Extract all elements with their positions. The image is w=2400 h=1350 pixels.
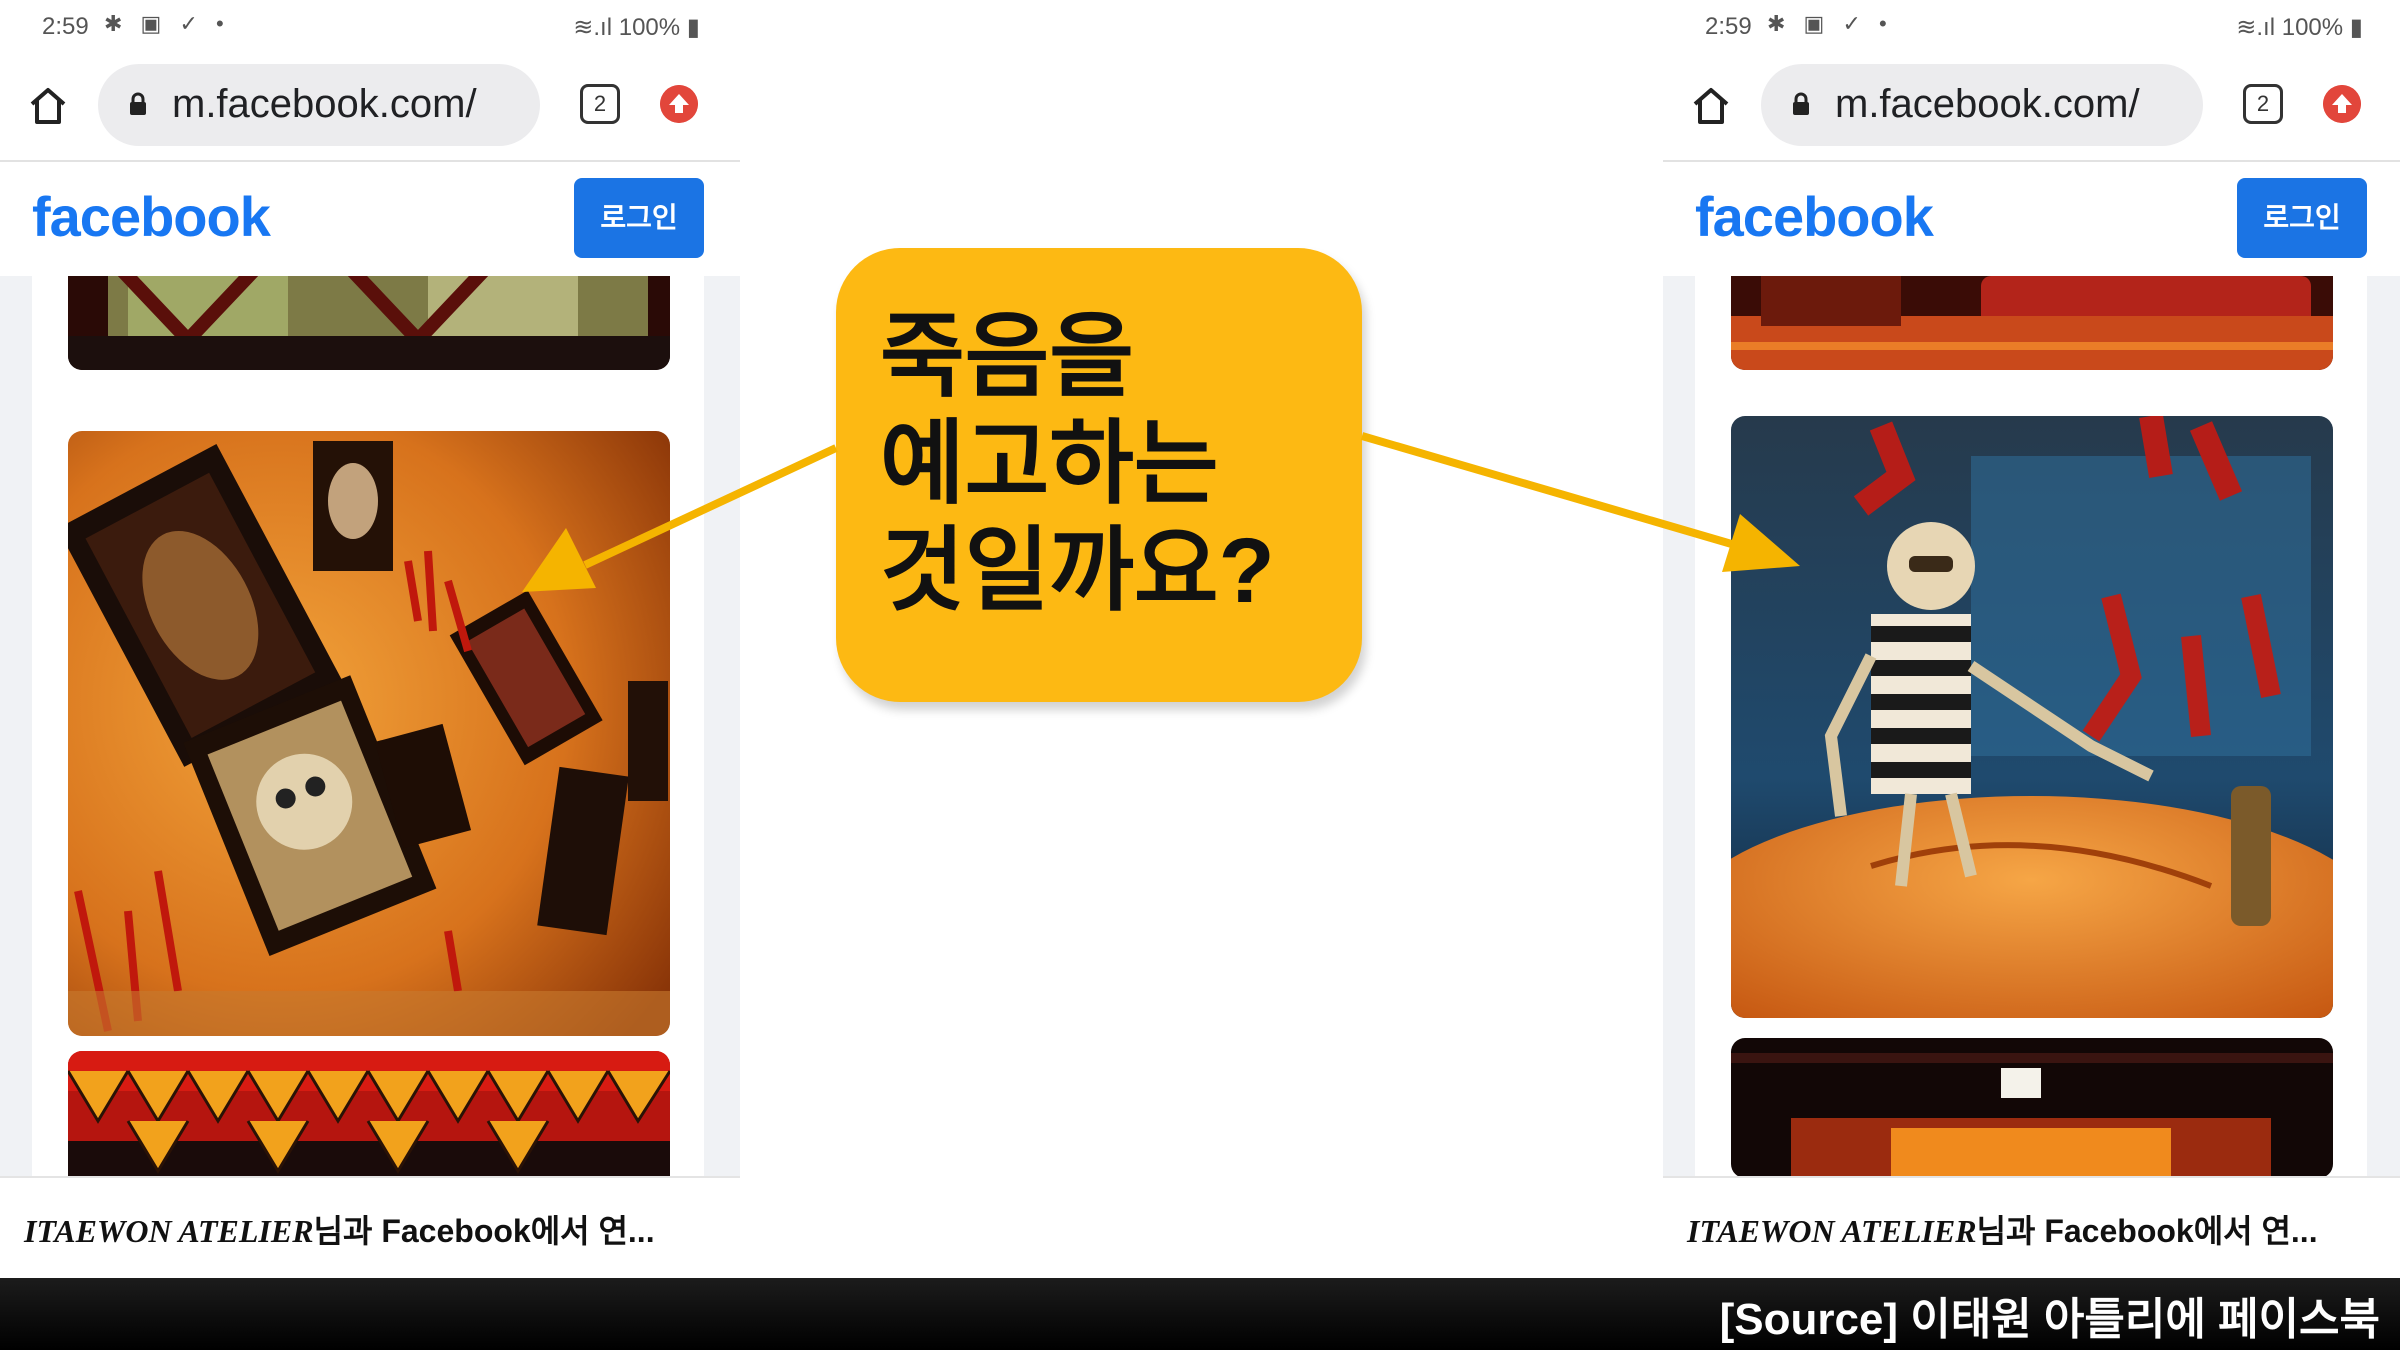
- photo-feed[interactable]: [1663, 276, 2400, 1176]
- photo-red-lounge[interactable]: [1731, 276, 2333, 370]
- caption-text: 님과 Facebook에서 연...: [313, 1213, 655, 1249]
- caption-bar[interactable]: ITAEWON ATELIER님과 Facebook에서 연...: [0, 1176, 740, 1275]
- facebook-header: facebook 로그인: [0, 162, 740, 276]
- feed-column: [1695, 276, 2367, 1176]
- login-button[interactable]: 로그인: [574, 178, 704, 258]
- caption-bar[interactable]: ITAEWON ATELIER님과 Facebook에서 연...: [1663, 1176, 2400, 1275]
- upload-icon[interactable]: [660, 85, 698, 123]
- lock-icon: [1793, 92, 1809, 115]
- post-caption: ITAEWON ATELIER님과 Facebook에서 연...: [24, 1206, 655, 1252]
- login-button[interactable]: 로그인: [2237, 178, 2367, 258]
- url-text: m.facebook.com/: [1835, 82, 2140, 126]
- callout-box: 죽음을 예고하는 것일까요?: [836, 248, 1362, 702]
- battery-icon: ▮: [680, 14, 700, 41]
- address-bar[interactable]: m.facebook.com/: [98, 64, 540, 146]
- battery-indicator: ≋.ıl 100% ▮: [573, 14, 700, 41]
- notification-icons: ✱ ▣ ✓ •: [1767, 11, 1893, 36]
- caption-page-name: ITAEWON ATELIER: [1687, 1213, 1977, 1249]
- facebook-logo[interactable]: facebook: [32, 184, 271, 249]
- url-text: m.facebook.com/: [172, 82, 477, 126]
- callout-text: 죽음을 예고하는 것일까요?: [880, 306, 1275, 622]
- battery-indicator: ≋.ıl 100% ▮: [2236, 14, 2363, 41]
- notification-icons: ✱ ▣ ✓ •: [104, 11, 230, 36]
- address-bar[interactable]: m.facebook.com/: [1761, 64, 2203, 146]
- facebook-logo[interactable]: facebook: [1695, 184, 1934, 249]
- status-bar: 2:59 ✱ ▣ ✓ • ≋.ıl 100% ▮: [0, 0, 740, 52]
- photo-stage-lights[interactable]: [1731, 1038, 2333, 1176]
- photo-window-frame[interactable]: [68, 276, 670, 370]
- battery-icon: ▮: [2343, 14, 2363, 41]
- lock-icon: [130, 92, 146, 115]
- source-credit: [Source] 이태원 아틀리에 페이스북: [1719, 1295, 2380, 1344]
- feed-column: [32, 276, 704, 1176]
- home-icon[interactable]: [1685, 80, 1737, 132]
- status-time: 2:59: [1705, 13, 1752, 40]
- signal-icon: ≋.ıl: [2236, 14, 2282, 41]
- caption-page-name: ITAEWON ATELIER: [24, 1213, 314, 1249]
- caption-text: 님과 Facebook에서 연...: [1976, 1213, 2318, 1249]
- right-phone-screenshot: 2:59 ✱ ▣ ✓ • ≋.ıl 100% ▮ m.facebook.com/…: [1663, 0, 2400, 1275]
- photo-halloween-bunting[interactable]: [68, 1051, 670, 1176]
- photo-horror-portraits-wall[interactable]: [68, 431, 670, 1036]
- home-icon[interactable]: [22, 80, 74, 132]
- upload-icon[interactable]: [2323, 85, 2361, 123]
- tab-switcher-button[interactable]: 2: [580, 84, 620, 124]
- facebook-header: facebook 로그인: [1663, 162, 2400, 276]
- photo-skeleton-on-pumpkin[interactable]: [1731, 416, 2333, 1018]
- left-phone-screenshot: 2:59 ✱ ▣ ✓ • ≋.ıl 100% ▮ m.facebook.com/…: [0, 0, 740, 1275]
- signal-icon: ≋.ıl: [573, 14, 619, 41]
- status-time: 2:59: [42, 13, 89, 40]
- browser-toolbar: m.facebook.com/ 2: [0, 52, 740, 162]
- post-caption: ITAEWON ATELIER님과 Facebook에서 연...: [1687, 1206, 2318, 1252]
- tab-switcher-button[interactable]: 2: [2243, 84, 2283, 124]
- photo-feed[interactable]: [0, 276, 740, 1176]
- browser-toolbar: m.facebook.com/ 2: [1663, 52, 2400, 162]
- status-bar: 2:59 ✱ ▣ ✓ • ≋.ıl 100% ▮: [1663, 0, 2400, 52]
